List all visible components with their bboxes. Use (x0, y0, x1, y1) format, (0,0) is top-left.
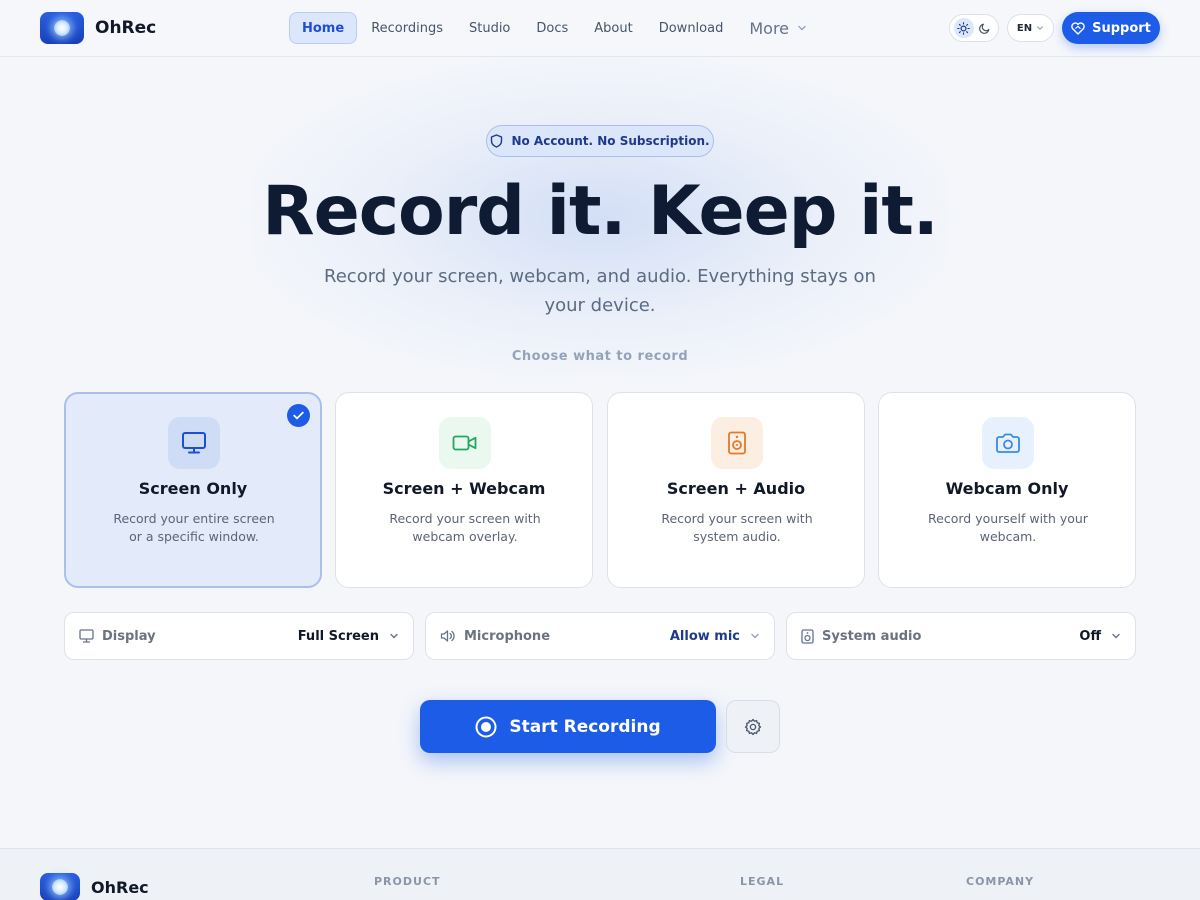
camera-icon (982, 417, 1034, 469)
chevron-down-icon (390, 633, 398, 639)
footer-heading-product: PRODUCT (374, 875, 441, 888)
speaker-volume-icon (440, 630, 455, 642)
nav-item-home[interactable]: Home (289, 12, 358, 44)
mode-card-description: Record your screen with webcam overlay. (389, 511, 541, 544)
brand-name: OhRec (95, 18, 157, 38)
nav-more-dropdown[interactable]: More (737, 12, 819, 44)
shield-icon (491, 134, 503, 148)
nav-item-studio[interactable]: Studio (457, 12, 522, 44)
microphone-label: Microphone (464, 628, 551, 644)
support-button[interactable]: Support (1062, 12, 1160, 44)
microphone-value: Allow mic (669, 628, 740, 644)
start-recording-label: Start Recording (509, 716, 661, 737)
hero-title: Record it. Keep it. (262, 172, 938, 251)
mode-card-title: Screen + Webcam (382, 479, 546, 498)
start-recording-button[interactable]: Start Recording (420, 700, 716, 753)
footer-brand-name: OhRec (91, 877, 149, 897)
footer: OhRec PRODUCT LEGAL COMPANY (0, 848, 1200, 900)
gear-icon (744, 718, 762, 735)
nav-item-recordings[interactable]: Recordings (359, 12, 455, 44)
language-label: EN (1016, 22, 1033, 34)
monitor-icon (168, 417, 220, 469)
logo-icon (40, 873, 80, 900)
top-header: OhRec Home Recordings Studio Docs About … (0, 0, 1200, 57)
sun-icon (957, 21, 970, 35)
display-value: Full Screen (297, 628, 379, 644)
logo-icon (40, 12, 84, 44)
mode-card-description: Record your screen with system audio. (661, 511, 813, 544)
chevron-down-icon (751, 633, 759, 639)
mode-card-title: Screen + Audio (666, 479, 806, 498)
chevron-down-icon (1037, 26, 1044, 30)
system-audio-value: Off (1079, 628, 1101, 644)
footer-heading-legal: LEGAL (740, 875, 785, 888)
language-selector[interactable]: EN (1007, 14, 1054, 42)
mode-card-description: Record your entire screen or a specific … (113, 511, 275, 544)
display-select[interactable]: Display Full Screen (64, 612, 414, 660)
speaker-icon (711, 417, 763, 469)
mode-card-webcam-only[interactable]: Webcam Only Record yourself with your we… (878, 392, 1136, 588)
footer-brand[interactable]: OhRec (40, 873, 149, 900)
nav-item-download[interactable]: Download (647, 12, 736, 44)
mode-card-title: Webcam Only (945, 479, 1069, 498)
moon-icon (978, 23, 989, 34)
mode-card-screen-only[interactable]: Screen Only Record your entire screen or… (64, 392, 322, 588)
selected-check-icon (287, 404, 310, 427)
mode-card-title: Screen Only (138, 479, 248, 498)
system-audio-select[interactable]: System audio Off (786, 612, 1136, 660)
settings-button[interactable] (726, 700, 780, 753)
privacy-badge: No Account. No Subscription. (486, 125, 714, 157)
monitor-icon (79, 629, 94, 643)
light-theme-button[interactable] (953, 18, 974, 38)
display-label: Display (102, 628, 156, 644)
microphone-select[interactable]: Microphone Allow mic (425, 612, 775, 660)
brand-logo[interactable]: OhRec (40, 12, 156, 44)
video-camera-icon (439, 417, 491, 469)
dark-theme-button[interactable] (975, 18, 995, 38)
nav-item-docs[interactable]: Docs (524, 12, 580, 44)
footer-heading-company: COMPANY (966, 875, 1035, 888)
chevron-down-icon (1112, 633, 1120, 639)
mode-card-description: Record yourself with your webcam. (928, 511, 1088, 544)
record-icon (475, 716, 497, 737)
heart-handshake-icon (1071, 21, 1085, 35)
hero-subtitle: Record your screen, webcam, and audio. E… (324, 266, 876, 316)
theme-toggle (949, 14, 999, 42)
chevron-down-icon (798, 25, 806, 31)
system-audio-label: System audio (822, 628, 922, 644)
nav-item-about[interactable]: About (582, 12, 644, 44)
mode-card-screen-audio[interactable]: Screen + Audio Record your screen with s… (607, 392, 865, 588)
main-nav: Home Recordings Studio Docs About Downlo… (289, 12, 819, 44)
choose-mode-label: Choose what to record (511, 349, 689, 364)
mode-card-screen-webcam[interactable]: Screen + Webcam Record your screen with … (335, 392, 593, 588)
nav-more-label: More (749, 18, 790, 38)
privacy-badge-text: No Account. No Subscription. (511, 134, 710, 148)
support-label: Support (1092, 20, 1151, 36)
speaker-icon (801, 628, 814, 644)
